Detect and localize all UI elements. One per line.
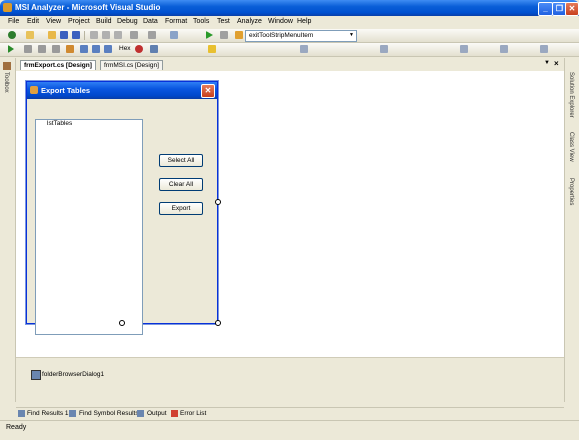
form-title-bar: Export Tables ✕ bbox=[27, 82, 217, 99]
menu-data[interactable]: Data bbox=[143, 18, 158, 25]
menu-analyze[interactable]: Analyze bbox=[237, 18, 262, 25]
toolbox-tab[interactable]: Toolbox bbox=[3, 72, 9, 93]
find-symbol-icon bbox=[69, 410, 76, 417]
minimize-button[interactable]: _ bbox=[538, 2, 553, 16]
standard-toolbar: exitToolStripMenuItem ▼ bbox=[0, 29, 579, 43]
status-bar: Ready bbox=[0, 420, 579, 440]
menu-bar: File Edit View Project Build Debug Data … bbox=[0, 16, 579, 28]
cut-icon[interactable] bbox=[90, 31, 98, 39]
redo-icon[interactable] bbox=[148, 31, 156, 39]
menu-window[interactable]: Window bbox=[268, 18, 293, 25]
output-icon bbox=[137, 410, 144, 417]
tab-dropdown-icon[interactable]: ▼ bbox=[544, 60, 550, 66]
tab-output[interactable]: Output bbox=[147, 409, 167, 419]
close-button[interactable]: ✕ bbox=[565, 2, 579, 16]
listbox-label: lstTables bbox=[47, 120, 73, 127]
stop-icon[interactable] bbox=[38, 45, 46, 53]
new-project-icon[interactable] bbox=[8, 31, 16, 39]
menu-test[interactable]: Test bbox=[217, 18, 230, 25]
hex-toggle[interactable]: Hex bbox=[119, 45, 131, 52]
menu-edit[interactable]: Edit bbox=[27, 18, 39, 25]
menu-format[interactable]: Format bbox=[165, 18, 187, 25]
export-tables-form[interactable]: Export Tables ✕ lstTables Select All Cle… bbox=[26, 81, 218, 335]
form-title: Export Tables bbox=[41, 86, 91, 95]
save-all-icon[interactable] bbox=[72, 31, 80, 39]
menu-debug[interactable]: Debug bbox=[117, 18, 138, 25]
menu-help[interactable]: Help bbox=[297, 18, 311, 25]
form-icon bbox=[30, 86, 38, 94]
toolbox-icon[interactable] bbox=[3, 62, 11, 70]
folder-browser-dialog-component[interactable]: folderBrowserDialog1 bbox=[42, 371, 104, 378]
clear-all-button[interactable]: Clear All bbox=[159, 178, 203, 191]
windows-icon[interactable] bbox=[150, 45, 158, 53]
menu-file[interactable]: File bbox=[8, 18, 19, 25]
continue-icon[interactable] bbox=[8, 45, 14, 53]
find-results-icon bbox=[18, 410, 25, 417]
class-view-tab[interactable]: Class View bbox=[568, 132, 574, 162]
step-over-icon[interactable] bbox=[92, 45, 100, 53]
start-debug-icon[interactable] bbox=[206, 31, 213, 39]
tab-find-symbol-results[interactable]: Find Symbol Results bbox=[79, 409, 139, 419]
tab-error-list[interactable]: Error List bbox=[180, 409, 206, 419]
layout-align-icon[interactable] bbox=[300, 45, 308, 53]
tab-find-results[interactable]: Find Results 1 bbox=[27, 409, 69, 419]
restart-icon[interactable] bbox=[52, 45, 60, 53]
copy-icon[interactable] bbox=[102, 31, 110, 39]
tables-listbox[interactable] bbox=[35, 119, 143, 335]
separator bbox=[84, 31, 85, 40]
menu-tools[interactable]: Tools bbox=[193, 18, 209, 25]
component-tray: folderBrowserDialog1 bbox=[16, 357, 564, 402]
add-item-icon[interactable] bbox=[26, 31, 34, 39]
step-out-icon[interactable] bbox=[104, 45, 112, 53]
bottom-tool-tabs: Find Results 1 Find Symbol Results Outpu… bbox=[16, 407, 564, 420]
folder-browser-icon[interactable] bbox=[31, 370, 41, 380]
resize-handle-bottom[interactable] bbox=[119, 320, 125, 326]
right-panel-strip: Solution Explorer Class View Properties bbox=[564, 58, 579, 402]
error-list-icon bbox=[171, 410, 178, 417]
layout-size-icon[interactable] bbox=[380, 45, 388, 53]
form-close-icon[interactable]: ✕ bbox=[201, 84, 215, 98]
debug-toolbar: Hex bbox=[0, 43, 579, 57]
window-title: MSI Analyzer - Microsoft Visual Studio bbox=[15, 3, 161, 12]
tab-frmexport-design[interactable]: frmExport.cs [Design] bbox=[20, 60, 96, 70]
breakpoints-icon[interactable] bbox=[135, 45, 143, 53]
undo-icon[interactable] bbox=[130, 31, 138, 39]
chevron-down-icon[interactable]: ▼ bbox=[349, 32, 354, 38]
tab-frmmsi-design[interactable]: frmMSI.cs [Design] bbox=[100, 60, 163, 70]
export-button[interactable]: Export bbox=[159, 202, 203, 215]
bring-front-icon[interactable] bbox=[500, 45, 508, 53]
send-back-icon[interactable] bbox=[540, 45, 548, 53]
title-bar: MSI Analyzer - Microsoft Visual Studio _… bbox=[0, 0, 579, 16]
menu-view[interactable]: View bbox=[46, 18, 61, 25]
resize-handle-corner[interactable] bbox=[215, 320, 221, 326]
find-combo-value: exitToolStripMenuItem bbox=[249, 32, 314, 39]
resize-handle-right[interactable] bbox=[215, 199, 221, 205]
show-next-statement-icon[interactable] bbox=[66, 45, 74, 53]
find-in-files-icon[interactable] bbox=[235, 31, 243, 39]
paste-icon[interactable] bbox=[114, 31, 122, 39]
find-icon[interactable] bbox=[220, 31, 228, 39]
tab-order-icon[interactable] bbox=[460, 45, 468, 53]
solution-explorer-tab[interactable]: Solution Explorer bbox=[568, 72, 574, 118]
step-into-icon[interactable] bbox=[80, 45, 88, 53]
menu-build[interactable]: Build bbox=[96, 18, 112, 25]
save-icon[interactable] bbox=[60, 31, 68, 39]
find-combo[interactable]: exitToolStripMenuItem ▼ bbox=[245, 30, 357, 42]
status-text: Ready bbox=[6, 424, 27, 431]
toolbox-strip: Toolbox bbox=[0, 58, 16, 402]
break-icon[interactable] bbox=[24, 45, 32, 53]
navigate-icon[interactable] bbox=[170, 31, 178, 39]
format-icon[interactable] bbox=[208, 45, 216, 53]
menu-project[interactable]: Project bbox=[68, 18, 90, 25]
open-icon[interactable] bbox=[48, 31, 56, 39]
properties-tab[interactable]: Properties bbox=[568, 178, 574, 205]
app-icon bbox=[3, 3, 12, 12]
select-all-button[interactable]: Select All bbox=[159, 154, 203, 167]
document-tabs: frmExport.cs [Design] frmMSI.cs [Design]… bbox=[16, 58, 564, 70]
close-document-icon[interactable]: × bbox=[554, 59, 559, 68]
